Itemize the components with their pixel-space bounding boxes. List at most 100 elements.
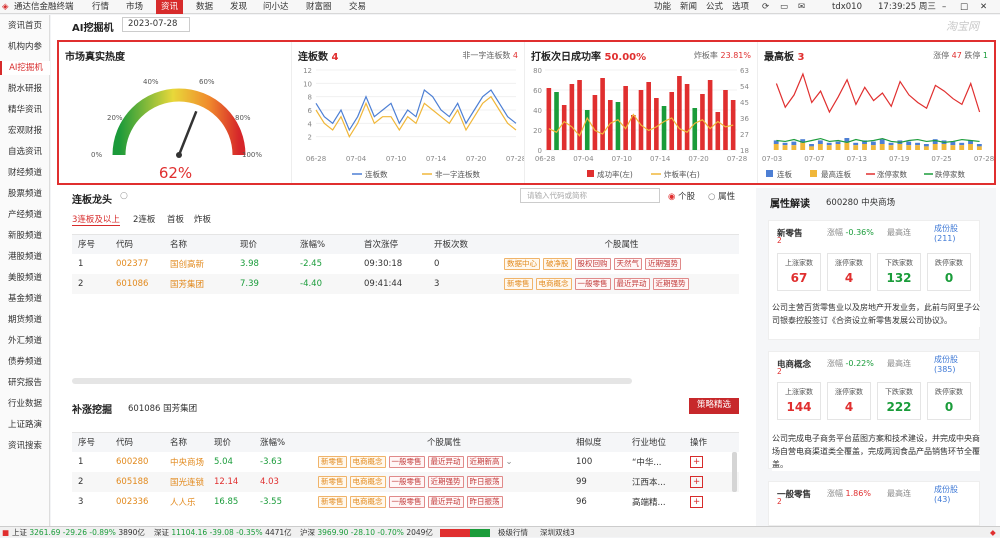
menu-gongshi[interactable]: 公式 <box>706 0 723 14</box>
col-price[interactable]: 现价 <box>208 432 254 452</box>
tag[interactable]: 一般零售 <box>574 277 611 290</box>
tag[interactable]: 天然气 <box>613 257 642 270</box>
add-icon[interactable]: + <box>684 471 739 492</box>
sidebar-item[interactable]: AI挖掘机 <box>0 61 50 75</box>
sidebar-item[interactable]: 资讯搜索 <box>0 439 50 453</box>
sidebar-item[interactable]: 宏观财报 <box>0 124 50 138</box>
index-sh[interactable]: 上证 3261.69 -29.26 -0.89% 3890亿 <box>12 527 145 538</box>
tag[interactable]: 股权回购 <box>574 257 611 270</box>
col-sim[interactable]: 相似度 <box>570 432 626 452</box>
sidebar-item[interactable]: 基金频道 <box>0 292 50 306</box>
table-row[interactable]: 2 605188 国光连锁 12.14 4.03 新零售 电商概念 一般零售 近期强势… <box>72 471 739 492</box>
sidebar-item[interactable]: 债券频道 <box>0 355 50 369</box>
h-scrollbar[interactable] <box>72 378 632 384</box>
index-hs[interactable]: 沪深 3969.90 -28.10 -0.70% 2049亿 <box>300 527 433 538</box>
row-code[interactable]: 601086 <box>110 273 164 294</box>
tag[interactable]: 最近异动 <box>613 277 650 290</box>
minimize-icon[interactable]: – <box>942 0 946 14</box>
col-price[interactable]: 现价 <box>234 234 294 254</box>
menu-item-wenxiaoda[interactable]: 问小达 <box>263 0 289 14</box>
row-name[interactable]: 国芳集团 <box>164 273 234 294</box>
tag[interactable]: 新零售 <box>504 277 533 290</box>
tag[interactable]: 近期强势 <box>645 257 681 270</box>
add-icon[interactable]: + <box>684 452 739 472</box>
col-chg[interactable]: 涨幅% <box>254 432 312 452</box>
menu-item-jiaoyi[interactable]: 交易 <box>349 0 366 14</box>
table-row[interactable]: 3 002336 人人乐 16.85 -3.55 新零售 电商概念 一般零售 最近异动… <box>72 492 739 512</box>
expand-icon[interactable]: ⌄ <box>506 457 513 467</box>
stock-search-input[interactable]: 请输入代码或简称 <box>520 188 660 203</box>
menu-xinwen[interactable]: 新闻 <box>680 0 697 14</box>
tag[interactable]: 一般零售 <box>388 475 425 488</box>
row-name[interactable]: 中央商场 <box>164 452 208 472</box>
add-icon[interactable]: + <box>684 492 739 512</box>
col-code[interactable]: 代码 <box>110 234 164 254</box>
table-row[interactable]: 1 600280 中央商场 5.04 -3.63 新零售 电商概念 一般零售 最近异动… <box>72 452 739 472</box>
row-code[interactable]: 002377 <box>110 254 164 274</box>
menu-item-shuju[interactable]: 数据 <box>196 0 213 14</box>
sidebar-item[interactable]: 美股频道 <box>0 271 50 285</box>
alert-icon[interactable]: ◆ <box>990 527 996 538</box>
index-sz[interactable]: 深证 11104.16 -39.08 -0.35% 4471亿 <box>154 527 292 538</box>
block-link[interactable]: 成份股 (385) <box>934 355 958 375</box>
tag[interactable]: 数据中心 <box>504 257 540 270</box>
strategy-button[interactable]: 策略精选 <box>689 398 739 414</box>
sidebar-item[interactable]: 精华资讯 <box>0 103 50 117</box>
row-code[interactable]: 600280 <box>110 452 164 472</box>
info-icon[interactable]: ○ <box>120 191 128 201</box>
tag[interactable]: 一般零售 <box>388 455 425 468</box>
radio-gegu[interactable]: ◉ 个股 <box>668 190 695 202</box>
table-row[interactable]: 1 002377 国创高新 3.98 -2.45 09:30:18 0 数据中心… <box>72 254 739 274</box>
block-name[interactable]: 一般零售 <box>777 488 811 500</box>
sidebar-item[interactable]: 股票频道 <box>0 187 50 201</box>
menu-item-caifuquan[interactable]: 财富圈 <box>306 0 332 14</box>
subtab-3lianban[interactable]: 3连板及以上 <box>72 213 120 226</box>
subtab-2lianban[interactable]: 2连板 <box>133 213 155 225</box>
col-chg[interactable]: 涨幅% <box>294 234 358 254</box>
sidebar-item[interactable]: 期货频道 <box>0 313 50 327</box>
row-name[interactable]: 人人乐 <box>164 492 208 512</box>
refresh-icon[interactable]: ⟳ <box>762 0 769 14</box>
block-name[interactable]: 电商概念 <box>777 358 811 370</box>
close-icon[interactable]: ✕ <box>980 0 987 14</box>
tag[interactable]: 近期强势 <box>652 277 689 290</box>
tag[interactable]: 最近异动 <box>427 455 464 468</box>
sidebar-item[interactable]: 资讯首页 <box>0 19 50 33</box>
col-open[interactable]: 开板次数 <box>428 234 498 254</box>
sidebar-item[interactable]: 财经频道 <box>0 166 50 180</box>
block-link[interactable]: 成份股 (211) <box>934 224 958 244</box>
date-picker[interactable]: 2023-07-28 <box>122 17 190 32</box>
tag[interactable]: 近期强势 <box>427 475 464 488</box>
tag[interactable]: 新零售 <box>318 475 347 488</box>
screen-icon[interactable]: ▭ <box>780 0 788 14</box>
menu-item-zixun[interactable]: 资讯 <box>156 0 184 14</box>
sidebar-item[interactable]: 行业数据 <box>0 397 50 411</box>
col-name[interactable]: 名称 <box>164 432 208 452</box>
user-name[interactable]: tdx010 <box>832 0 862 14</box>
sidebar-item[interactable]: 港股频道 <box>0 250 50 264</box>
menu-gongneng[interactable]: 功能 <box>654 0 671 14</box>
col-first[interactable]: 首次涨停 <box>358 234 428 254</box>
row-code[interactable]: 002336 <box>110 492 164 512</box>
menu-xuanxiang[interactable]: 选项 <box>732 0 749 14</box>
tag[interactable]: 破净股 <box>543 257 572 270</box>
sidebar-item[interactable]: 自选资讯 <box>0 145 50 159</box>
v-scrollbar[interactable] <box>732 452 737 492</box>
table-row[interactable]: 2 601086 国芳集团 7.39 -4.40 09:41:44 3 新零售电… <box>72 273 739 294</box>
menu-item-shichang[interactable]: 市场 <box>126 0 143 14</box>
col-name[interactable]: 名称 <box>164 234 234 254</box>
sidebar-item[interactable]: 脱水研报 <box>0 82 50 96</box>
sidebar-item[interactable]: 产经频道 <box>0 208 50 222</box>
menu-item-hangqing[interactable]: 行情 <box>92 0 109 14</box>
col-code[interactable]: 代码 <box>110 432 164 452</box>
tag[interactable]: 一般零售 <box>388 495 425 508</box>
sidebar-item[interactable]: 上证路演 <box>0 418 50 432</box>
radio-shuxing[interactable]: ○ 属性 <box>708 190 735 202</box>
menu-item-faxian[interactable]: 发现 <box>230 0 247 14</box>
sidebar-item[interactable]: 新股频道 <box>0 229 50 243</box>
maximize-icon[interactable]: □ <box>960 0 968 14</box>
row-name[interactable]: 国光连锁 <box>164 471 208 492</box>
tag[interactable]: 昨日振荡 <box>466 495 503 508</box>
tag[interactable]: 新零售 <box>318 495 347 508</box>
status-server[interactable]: 深圳双线3 <box>540 527 575 538</box>
